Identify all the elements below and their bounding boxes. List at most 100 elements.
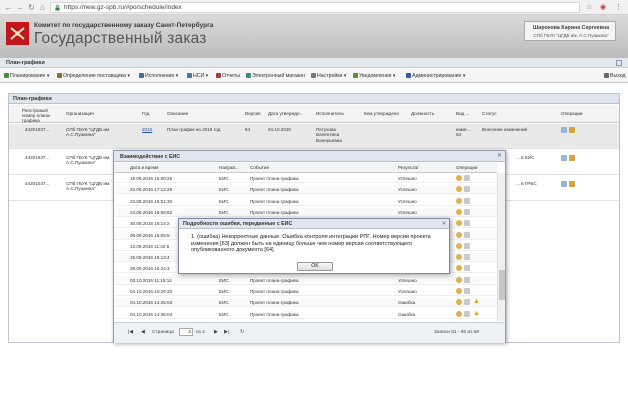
menu-nsi[interactable]: НСИ ▾	[187, 73, 208, 79]
details-icon[interactable]	[456, 208, 462, 215]
site-title: Государственный заказ	[34, 30, 207, 47]
first-page-icon[interactable]: |◀	[128, 330, 133, 335]
close-icon[interactable]: ✕	[496, 153, 503, 160]
dialog-cell-event: Проект плана-графика	[250, 311, 299, 317]
col-approved-by[interactable]: Кем утверждено	[364, 111, 399, 116]
col-date[interactable]: Дата утвержде...	[268, 111, 304, 116]
scroll-thumb[interactable]	[499, 270, 505, 300]
dialog-row[interactable]: 22.08.2016 17:12:29 ЕИС Проект плана-графи…	[114, 185, 497, 195]
publish-icon[interactable]	[569, 181, 575, 187]
warning-icon[interactable]: ▲	[473, 310, 480, 317]
document-icon[interactable]	[464, 208, 470, 215]
document-icon[interactable]	[464, 242, 470, 249]
dialog-title: Взаимодействие с ЕИС	[120, 154, 180, 160]
dialog-row[interactable]: 04.10.2016 14:25:53 ЕИС Проект плана-графи…	[114, 298, 497, 308]
menu-settings[interactable]: Настройки ▾	[311, 73, 346, 79]
details-icon[interactable]	[456, 254, 462, 261]
col-reg-number[interactable]: Реестровый номер плана-графика	[22, 108, 58, 123]
view-icon[interactable]	[561, 127, 567, 133]
page-input[interactable]: 2	[179, 328, 193, 336]
document-icon[interactable]	[464, 220, 470, 227]
reload-icon[interactable]: ↻	[27, 3, 36, 12]
col-desc[interactable]: Описание	[167, 111, 188, 116]
document-icon[interactable]	[464, 197, 470, 204]
col-executor[interactable]: Исполнитель	[316, 111, 344, 116]
warning-icon[interactable]: ▲	[473, 298, 480, 305]
document-icon[interactable]	[464, 175, 470, 181]
details-icon[interactable]	[456, 288, 462, 294]
user-box[interactable]: Шиpокова Карина Сергеевна СПб ГБУК "ЦГДБ…	[524, 21, 616, 41]
menu-supplier[interactable]: Определение поставщика ▾	[57, 73, 130, 79]
next-page-icon[interactable]: ▶	[214, 330, 218, 335]
dcol-ops[interactable]: Операции	[456, 165, 478, 170]
view-icon[interactable]	[561, 181, 567, 187]
publish-icon[interactable]	[569, 155, 575, 161]
menu-admin[interactable]: Администрирование ▾	[406, 73, 466, 79]
col-position[interactable]: Должность	[411, 111, 434, 116]
dialog-scrollbar[interactable]	[497, 173, 505, 321]
details-icon[interactable]	[456, 299, 462, 306]
document-icon[interactable]	[464, 254, 470, 261]
close-icon[interactable]: ✕	[441, 221, 447, 227]
extension-icon[interactable]: ◉	[600, 3, 606, 12]
menu-notifications[interactable]: Уведомления ▾	[353, 73, 395, 79]
year-link[interactable]: 2016	[142, 127, 152, 132]
home-icon[interactable]: ⌂	[38, 3, 47, 12]
details-icon[interactable]	[456, 186, 462, 193]
menu-icon[interactable]: ⋮	[615, 3, 622, 12]
dialog-cell-dt: 19.08.2016 15:50:25	[130, 176, 173, 181]
dcol-event[interactable]: Событие	[250, 165, 269, 170]
details-icon[interactable]	[456, 231, 462, 238]
dialog-column-headers: Дата и время Направ... Событие Результат…	[114, 163, 497, 173]
col-status[interactable]: Статус	[482, 111, 497, 116]
ok-button[interactable]: OK	[297, 262, 333, 271]
dialog-row[interactable]: 03.10.2016 11:15:14 ЕИС Проект плана-графи…	[114, 275, 497, 285]
dialog-row[interactable]: 19.08.2016 15:50:25 ЕИС Проект плана-графи…	[114, 174, 497, 183]
forward-icon[interactable]: →	[15, 3, 24, 12]
dcol-datetime[interactable]: Дата и время	[130, 165, 159, 170]
details-icon[interactable]	[456, 265, 462, 272]
url-text: https://new.gz-spb.ru/#po/schedule/index	[64, 4, 182, 11]
document-icon[interactable]	[464, 231, 470, 238]
dialog-row[interactable]: 24.08.2016 16:56:52 ЕИС Проект плана-графи…	[114, 207, 497, 217]
publish-icon[interactable]	[569, 127, 575, 133]
dialog-row[interactable]: 04.10.2016 10:26:20 ЕИС Проект плана-графи…	[114, 287, 497, 296]
address-bar[interactable]: https://new.gz-spb.ru/#po/schedule/index	[50, 2, 580, 13]
dcol-result[interactable]: Результат	[398, 165, 419, 170]
dialog-row[interactable]: 04.10.2016 14:36:04 ЕИС Проект плана-графи…	[114, 310, 497, 319]
details-icon[interactable]	[456, 242, 462, 249]
col-ops[interactable]: Операции	[561, 111, 583, 116]
document-icon[interactable]	[464, 299, 470, 306]
details-icon[interactable]	[456, 276, 462, 283]
view-icon[interactable]	[561, 155, 567, 161]
table-row[interactable]: 44201037... СПб ГБУК "ЦГДБ им. А.С.Пушки…	[9, 124, 619, 149]
menu-eshop[interactable]: Электронный магазин	[246, 73, 305, 79]
document-icon[interactable]	[464, 288, 470, 294]
document-icon[interactable]	[464, 310, 470, 317]
back-icon[interactable]: ←	[4, 3, 13, 12]
menu-execution[interactable]: Исполнение ▾	[139, 73, 178, 79]
last-page-icon[interactable]: ▶|	[224, 330, 229, 335]
menu-reports[interactable]: Отчеты	[216, 73, 240, 79]
col-version[interactable]: Версия	[245, 111, 261, 116]
dialog-cell-dt: 03.10.2016 11:15:14	[130, 277, 172, 283]
collapse-icon[interactable]	[616, 60, 622, 66]
star-icon[interactable]: ☆	[586, 3, 592, 12]
details-icon[interactable]	[456, 175, 462, 181]
exit-button[interactable]: Выход	[604, 73, 626, 79]
document-icon[interactable]	[464, 265, 470, 272]
refresh-icon[interactable]: ↻	[240, 330, 244, 335]
dcol-direction[interactable]: Направ...	[219, 165, 239, 170]
col-org[interactable]: Организация	[66, 111, 94, 116]
document-icon[interactable]	[464, 276, 470, 283]
details-icon[interactable]	[456, 220, 462, 227]
details-icon[interactable]	[456, 310, 462, 317]
dialog-row[interactable]: 23.08.2016 16:51:30 ЕИС Проект плана-графи…	[114, 197, 497, 206]
error-message: 1. (ошибка) Некорректные данные: Ошибка …	[191, 234, 431, 253]
prev-page-icon[interactable]: ◀	[141, 330, 145, 335]
col-kind[interactable]: Вид ...	[456, 111, 469, 116]
document-icon[interactable]	[464, 186, 470, 193]
col-year[interactable]: Год	[142, 111, 149, 116]
details-icon[interactable]	[456, 197, 462, 204]
menu-planning[interactable]: Планирование ▾	[4, 73, 49, 79]
